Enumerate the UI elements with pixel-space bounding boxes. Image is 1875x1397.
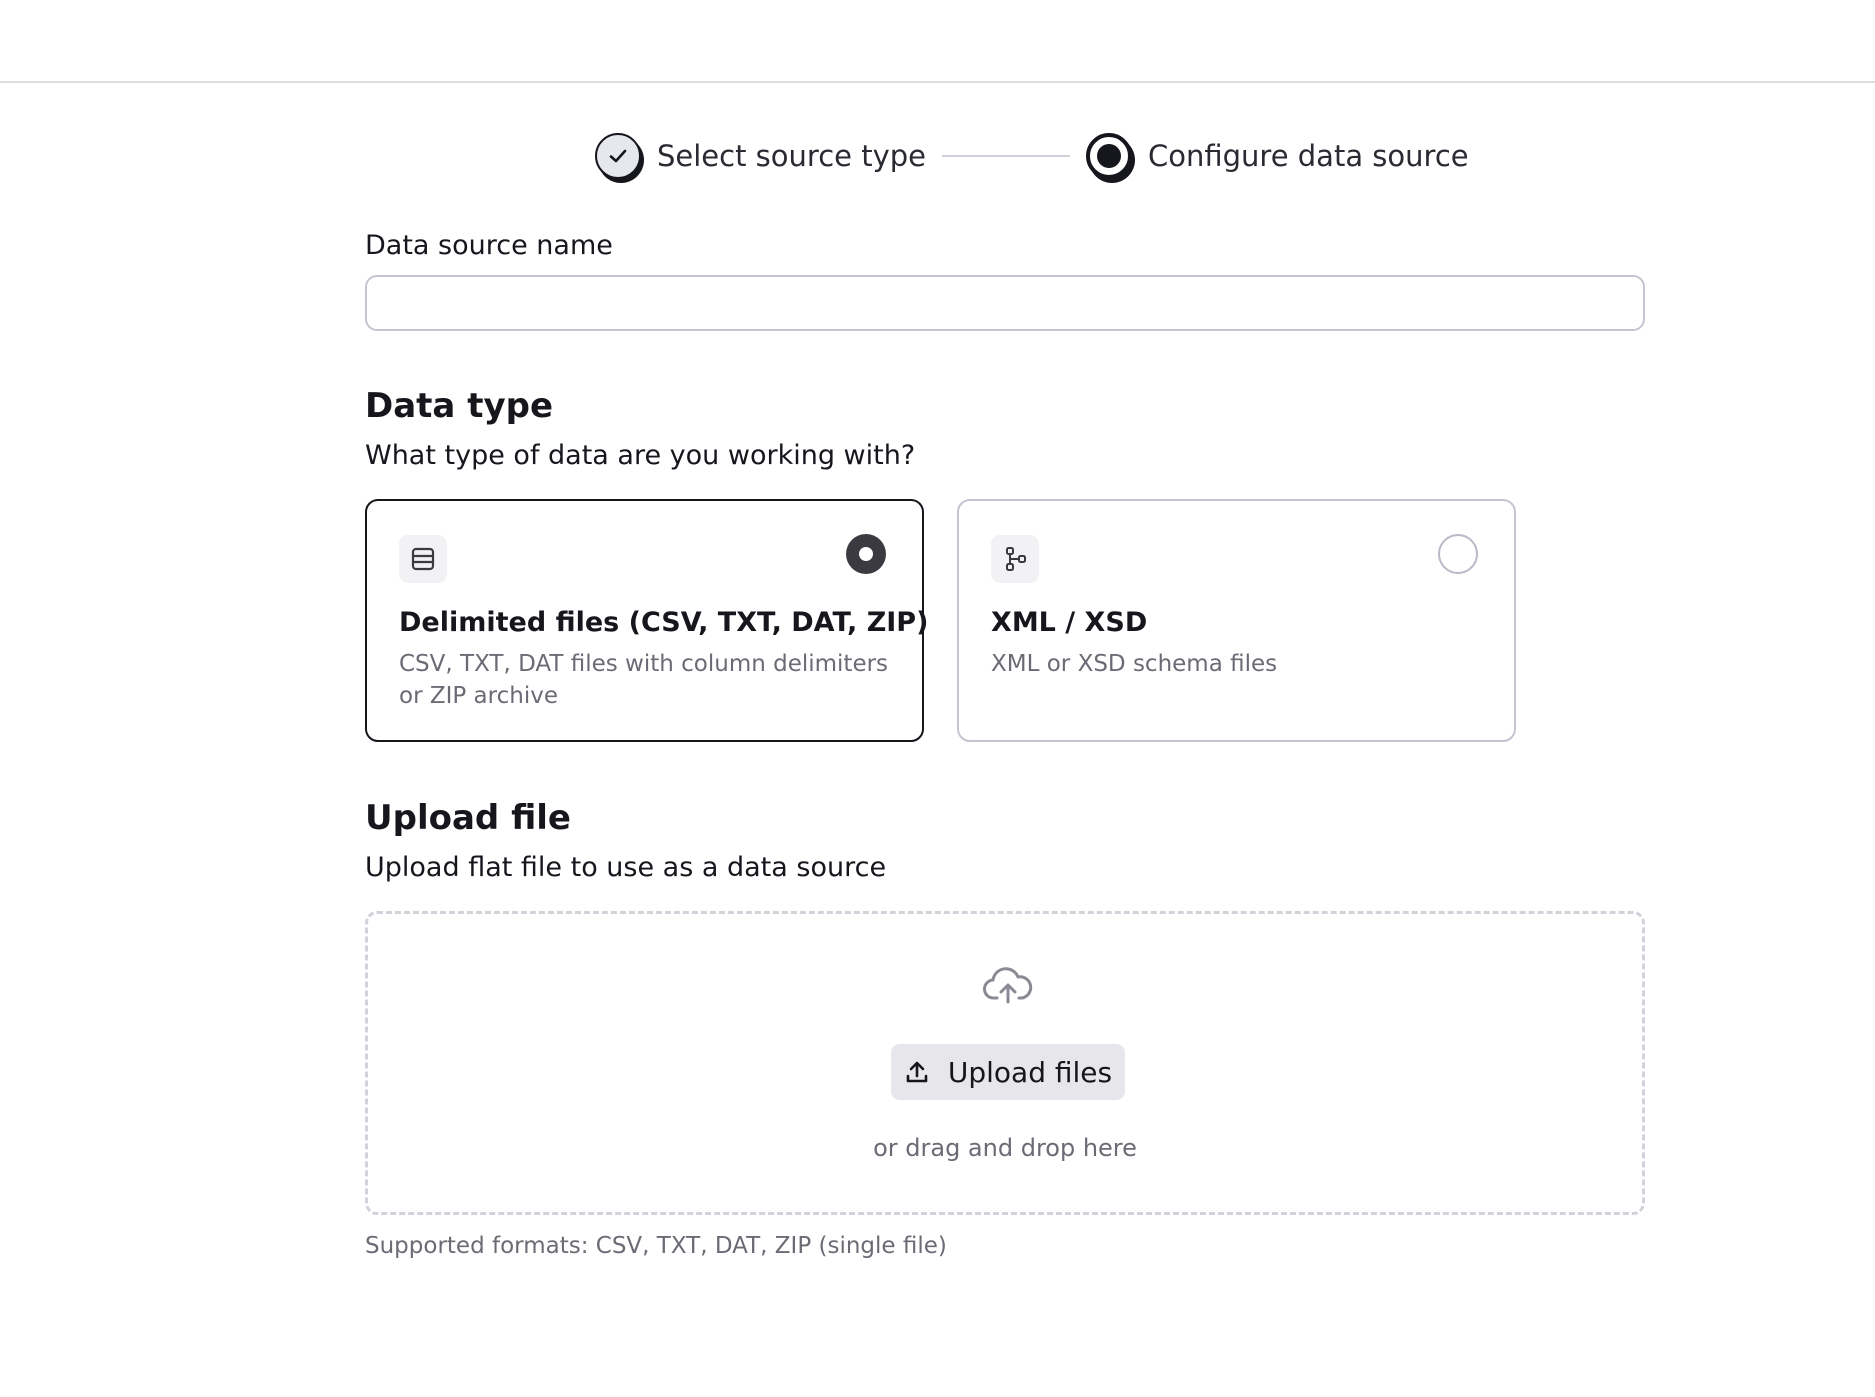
option-description: XML or XSD schema files: [991, 651, 1278, 677]
step-label: Select source type: [657, 139, 926, 173]
hierarchy-icon: [991, 535, 1039, 583]
radio-selected[interactable]: [846, 534, 886, 574]
step-active-indicator: [1086, 133, 1132, 179]
step-connector: [942, 155, 1070, 157]
cloud-upload-icon: [983, 967, 1033, 1004]
step-configure-data-source[interactable]: Configure data source: [1086, 133, 1469, 179]
step-completed-indicator: [595, 133, 641, 179]
option-description: CSV, TXT, DAT files with column delimite…: [399, 651, 889, 709]
step-select-source-type[interactable]: Select source type: [595, 133, 926, 179]
drag-drop-hint: or drag and drop here: [873, 1134, 1137, 1162]
option-title: Delimited files (CSV, TXT, DAT, ZIP): [399, 607, 929, 638]
upload-files-button[interactable]: Upload files: [891, 1044, 1125, 1100]
upload-file-title: Upload file: [365, 798, 571, 838]
data-source-name-input[interactable]: [365, 275, 1645, 331]
upload-files-label: Upload files: [947, 1055, 1113, 1089]
checkmark-icon: [609, 149, 627, 163]
step-label: Configure data source: [1148, 139, 1469, 173]
stepper: Select source type Configure data source: [595, 128, 1469, 184]
active-dot: [1097, 144, 1121, 168]
file-dropzone[interactable]: Upload files or drag and drop here: [365, 911, 1645, 1215]
data-type-option-delimited[interactable]: Delimited files (CSV, TXT, DAT, ZIP) CSV…: [365, 499, 928, 742]
data-source-name-label: Data source name: [365, 230, 613, 261]
top-bar: [0, 0, 1875, 83]
upload-icon: [904, 1059, 930, 1085]
data-type-option-xml[interactable]: XML / XSD XML or XSD schema files: [957, 499, 1516, 742]
data-type-subtitle: What type of data are you working with?: [365, 440, 916, 471]
radio-unselected[interactable]: [1438, 534, 1478, 574]
data-type-title: Data type: [365, 386, 554, 426]
supported-formats-note: Supported formats: CSV, TXT, DAT, ZIP (s…: [365, 1233, 947, 1259]
upload-file-subtitle: Upload flat file to use as a data source: [365, 852, 887, 883]
option-title: XML / XSD: [991, 607, 1148, 638]
table-icon: [399, 535, 447, 583]
